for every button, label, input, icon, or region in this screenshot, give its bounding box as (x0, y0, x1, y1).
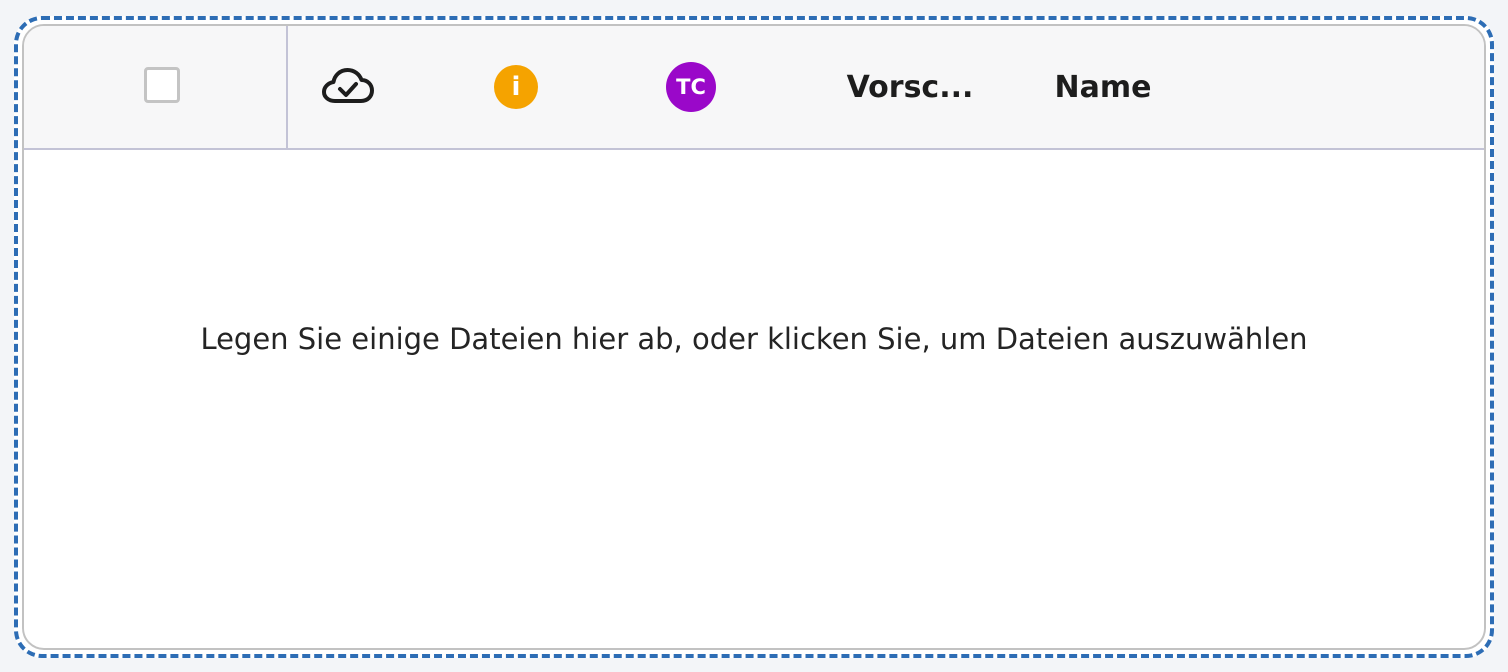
info-icon: i (494, 65, 538, 109)
cloud-check-icon (322, 68, 374, 103)
file-table: i TC Vorsc... Name Legen Sie einige Date… (22, 24, 1486, 650)
dropzone-message[interactable]: Legen Sie einige Dateien hier ab, oder k… (24, 322, 1484, 356)
column-label-preview: Vorsc... (846, 69, 974, 105)
select-all-cell (24, 26, 288, 148)
column-header-tc[interactable]: TC (664, 26, 718, 148)
column-header-preview[interactable]: Vorsc... (838, 26, 982, 148)
column-label-name: Name (1054, 69, 1152, 105)
column-header-sync[interactable] (320, 26, 376, 148)
tc-badge: TC (666, 62, 716, 112)
file-dropzone[interactable]: i TC Vorsc... Name Legen Sie einige Date… (14, 16, 1494, 658)
column-header-info[interactable]: i (490, 26, 542, 148)
column-header-name[interactable]: Name (1048, 26, 1158, 148)
select-all-checkbox[interactable] (144, 67, 180, 103)
table-header: i TC Vorsc... Name (24, 26, 1484, 150)
